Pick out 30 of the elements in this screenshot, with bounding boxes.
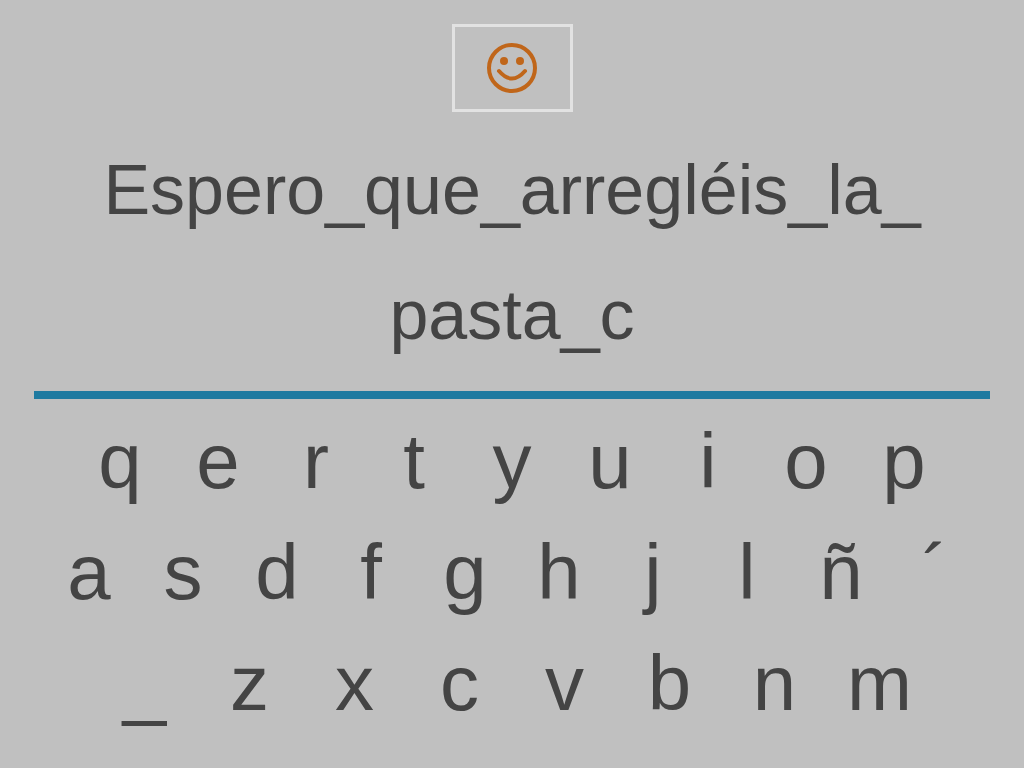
smiley-icon <box>486 42 538 94</box>
letter-key[interactable]: x <box>302 632 407 733</box>
letter-key[interactable]: v <box>512 632 617 733</box>
letter-key[interactable]: f <box>324 521 418 622</box>
letter-key[interactable]: o <box>757 410 855 511</box>
letter-key[interactable]: b <box>617 632 722 733</box>
letter-key[interactable]: ´ <box>888 521 982 622</box>
letter-key[interactable]: h <box>512 521 606 622</box>
letter-key[interactable]: q <box>71 410 169 511</box>
letter-key[interactable]: p <box>855 410 953 511</box>
letter-key[interactable]: y <box>463 410 561 511</box>
letter-key[interactable]: c <box>407 632 512 733</box>
letter-key[interactable]: m <box>827 632 932 733</box>
letter-key[interactable]: j <box>606 521 700 622</box>
letter-key[interactable]: a <box>42 521 136 622</box>
letter-key[interactable]: _ <box>92 632 197 733</box>
letter-key[interactable]: u <box>561 410 659 511</box>
letter-key[interactable]: n <box>722 632 827 733</box>
letter-key[interactable]: i <box>659 410 757 511</box>
sentence-text: pasta_c <box>389 275 635 356</box>
letter-key[interactable]: t <box>365 410 463 511</box>
letter-key[interactable]: z <box>197 632 302 733</box>
sentence-text: Espero_que_arregléis_la_ <box>103 150 921 231</box>
letter-key[interactable]: r <box>267 410 365 511</box>
letter-key[interactable]: l <box>700 521 794 622</box>
letter-key[interactable]: g <box>418 521 512 622</box>
letter-key[interactable]: d <box>230 521 324 622</box>
letter-key[interactable]: e <box>169 410 267 511</box>
letter-key[interactable]: ñ <box>794 521 888 622</box>
letter-key[interactable]: s <box>136 521 230 622</box>
